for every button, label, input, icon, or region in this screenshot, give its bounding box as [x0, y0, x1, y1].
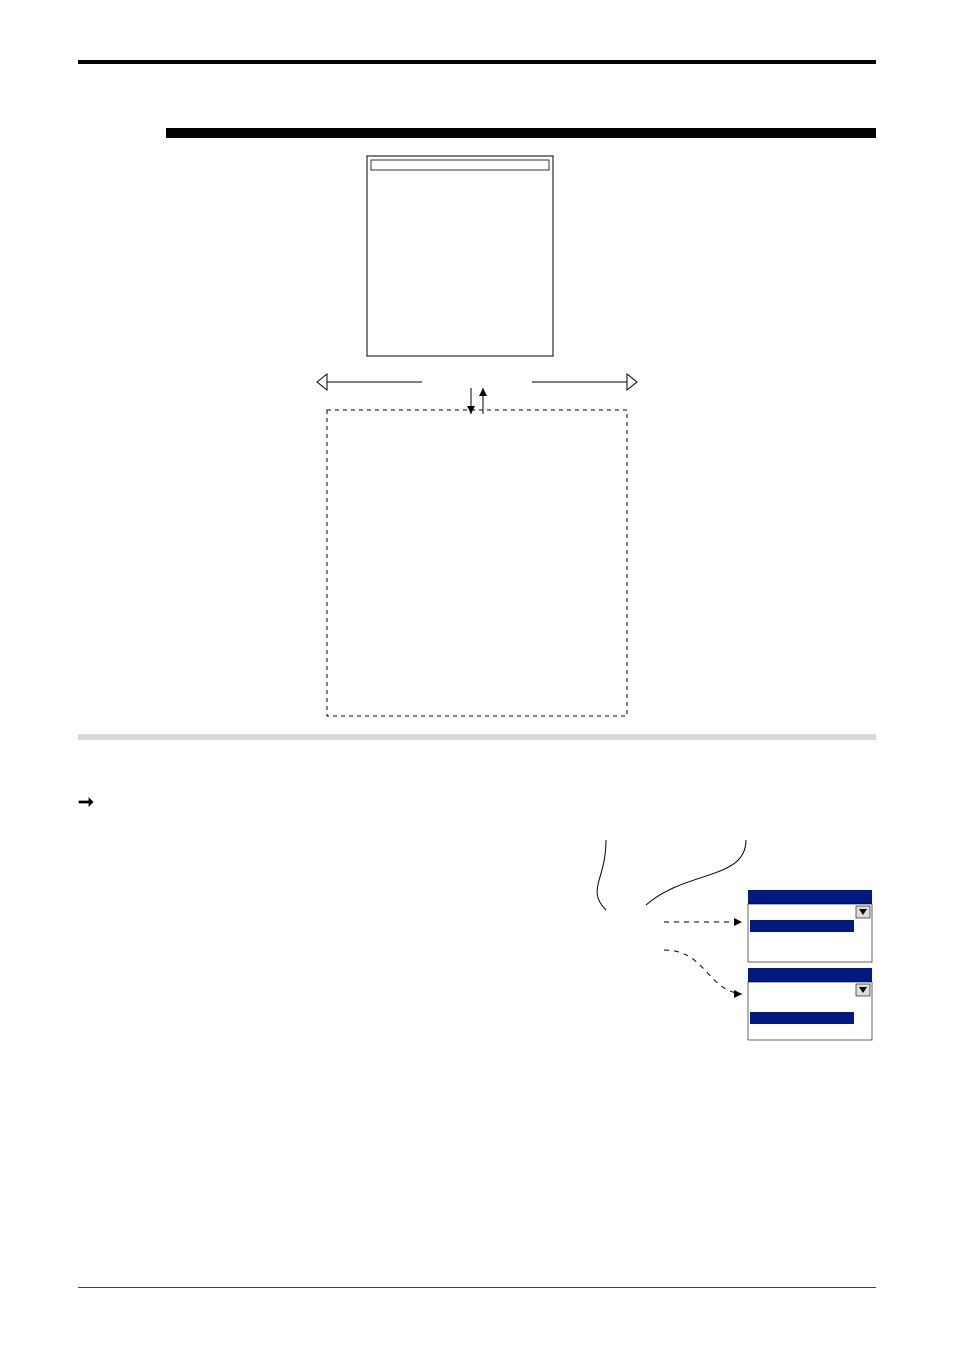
general-heading — [78, 734, 876, 740]
page-footer — [78, 1287, 876, 1296]
side-figure — [530, 750, 876, 1050]
section-number — [78, 128, 166, 138]
general-additional-info — [78, 832, 508, 878]
general-p3: ➞ — [78, 791, 508, 814]
section-title — [166, 128, 876, 138]
section-header — [78, 128, 876, 138]
page-header — [78, 58, 876, 64]
page-content: ➞ — [78, 110, 876, 1050]
general-body: ➞ — [78, 750, 508, 1050]
mbdata-diagram — [78, 150, 876, 720]
arrow-icon: ➞ — [78, 792, 94, 813]
